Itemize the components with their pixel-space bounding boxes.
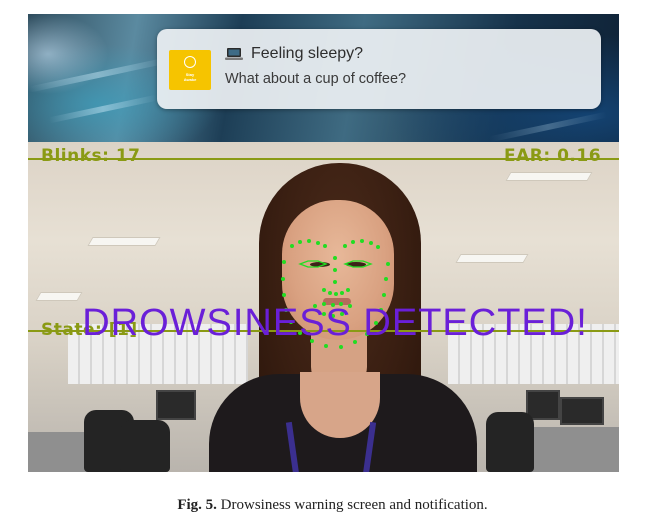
blinks-counter: Blinks: 17 [41,146,141,166]
caption-text: Drowsiness warning screen and notificati… [220,497,488,513]
notification-banner[interactable]: Stay Awake Feeling sleepy? What about a c… [157,29,601,109]
caption-label: Fig. 5. [177,497,217,513]
ear-value: EAR: 0.16 [504,146,602,166]
notification-body: What about a cup of coffee? [225,71,407,87]
webcam-feed: Blinks: 17 EAR: 0.16 State: [1] DROWSINE… [28,142,619,472]
figure-image: Stay Awake Feeling sleepy? What about a c… [28,14,619,472]
figure-caption: Fig. 5. Drowsiness warning screen and no… [0,497,665,514]
notification-title: Feeling sleepy? [251,45,364,62]
drowsiness-alert: DROWSINESS DETECTED! [82,302,588,344]
laptop-icon [225,48,243,60]
app-logo-icon: Stay Awake [169,50,211,90]
